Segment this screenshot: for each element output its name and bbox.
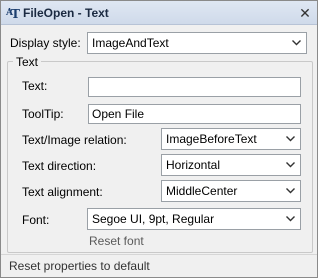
text-properties-icon: AT (6, 7, 20, 21)
text-direction-value: Horizontal (166, 158, 221, 172)
text-direction-label: Text direction: (22, 159, 97, 173)
chevron-down-icon (284, 155, 296, 175)
group-title: Text (13, 55, 42, 69)
footer-divider (1, 254, 317, 255)
reset-properties-link[interactable]: Reset properties to default (9, 259, 150, 273)
font-label: Font: (22, 213, 50, 227)
reset-font-link[interactable]: Reset font (89, 234, 144, 248)
close-icon[interactable]: ✕ (297, 5, 313, 21)
chevron-down-icon (284, 181, 296, 201)
text-alignment-label: Text alignment: (22, 185, 103, 199)
display-style-select[interactable]: ImageAndText (87, 32, 307, 54)
title-bar: AT FileOpen - Text ✕ (1, 1, 317, 25)
text-image-relation-select[interactable]: ImageBeforeText (161, 128, 301, 150)
display-style-label: Display style: (10, 36, 81, 50)
display-style-value: ImageAndText (92, 36, 169, 50)
window-title: FileOpen - Text (23, 6, 109, 20)
text-image-relation-value: ImageBeforeText (166, 132, 257, 146)
text-label: Text: (22, 79, 48, 93)
font-value: Segoe UI, 9pt, Regular (92, 212, 215, 226)
text-properties-dialog: AT FileOpen - Text ✕ Display style: Imag… (0, 0, 318, 278)
tooltip-input[interactable]: Open File (88, 104, 301, 124)
chevron-down-icon (284, 129, 296, 149)
text-alignment-select[interactable]: MiddleCenter (161, 180, 301, 202)
text-image-relation-label: Text/Image relation: (22, 133, 127, 147)
text-direction-select[interactable]: Horizontal (161, 154, 301, 176)
text-input[interactable] (88, 77, 301, 97)
chevron-down-icon (284, 209, 296, 229)
chevron-down-icon (290, 33, 302, 53)
text-alignment-value: MiddleCenter (166, 184, 238, 198)
font-select[interactable]: Segoe UI, 9pt, Regular (87, 208, 301, 230)
tooltip-label: ToolTip: (22, 107, 64, 121)
